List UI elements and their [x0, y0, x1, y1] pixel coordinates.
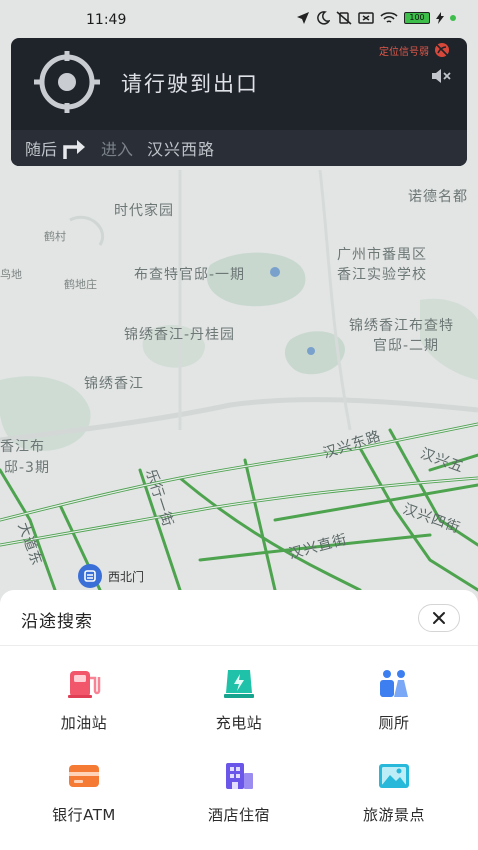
category-toilet[interactable]: 厕所	[334, 668, 454, 733]
close-icon	[433, 612, 445, 624]
next-label: 随后	[25, 140, 58, 159]
mute-vibrate-icon	[336, 11, 352, 25]
map-label-shidai: 时代家园	[114, 203, 174, 219]
status-time: 11:49	[86, 12, 127, 28]
hotel-icon	[221, 760, 257, 792]
turn-right-icon	[63, 140, 86, 159]
sheet-header: 沿途搜索	[0, 590, 478, 646]
gps-weak-indicator: 定位信号弱	[379, 42, 451, 58]
volume-mute-icon[interactable]	[431, 68, 453, 84]
charging-station-icon	[221, 668, 257, 700]
map-label-danguiyuan: 锦绣香江-丹桂园	[124, 327, 236, 343]
next-road-name: 汉兴西路	[147, 140, 216, 159]
wifi-icon	[380, 12, 398, 23]
map-label-school1: 广州市番禺区	[337, 247, 427, 263]
map-label-hecun: 鹤村	[44, 230, 66, 243]
along-route-search-sheet: 沿途搜索 加油站 充电站 厕所 银行ATM 酒店住宿 旅游景点	[0, 590, 478, 850]
map-label-xibeimen: 西北门	[108, 569, 145, 584]
map-label-xiang2: 邸-3期	[4, 460, 50, 476]
map-label-buchate2b: 官邸-二期	[373, 338, 440, 354]
map-label-jinxiu: 锦绣香江	[84, 376, 144, 392]
navigation-card-top: 请行驶到出口 定位信号弱	[11, 38, 467, 130]
moon-icon	[317, 11, 330, 25]
category-bank-atm[interactable]: 银行ATM	[24, 760, 144, 825]
gas-station-icon	[66, 668, 102, 700]
locate-target-icon	[34, 51, 100, 113]
no-sim-icon	[358, 12, 374, 24]
navigation-card-next: 随后 进入 汉兴西路	[11, 130, 467, 166]
category-label: 充电站	[215, 714, 263, 732]
category-label: 厕所	[378, 714, 410, 732]
map-label-xiang1: 香江布	[0, 439, 45, 455]
bank-card-icon	[66, 760, 102, 792]
location-arrow-icon	[297, 12, 309, 24]
category-label: 旅游景点	[362, 806, 425, 824]
category-scenery[interactable]: 旅游景点	[334, 760, 454, 825]
green-dot-icon	[450, 15, 456, 21]
close-button[interactable]	[418, 604, 460, 632]
sheet-title: 沿途搜索	[21, 612, 93, 632]
status-icons: 100	[296, 11, 456, 25]
navigation-card: 请行驶到出口 定位信号弱 随后 进入 汉兴西路	[11, 38, 467, 166]
map-label-hedizhuang: 鹤地庄	[64, 278, 97, 291]
toilet-icon	[376, 668, 412, 700]
nav-instruction: 请行驶到出口	[121, 72, 259, 96]
map-label-di: 鸟地	[0, 268, 22, 281]
category-gas-station[interactable]: 加油站	[24, 668, 144, 733]
satellite-signal-icon	[435, 43, 449, 57]
category-charging-station[interactable]: 充电站	[179, 668, 299, 733]
map-poi-xibeimen[interactable]: 西北门	[78, 564, 144, 588]
subway-icon	[78, 564, 102, 588]
enter-label: 进入	[101, 140, 134, 159]
category-label: 加油站	[60, 714, 108, 732]
category-hotel[interactable]: 酒店住宿	[179, 760, 299, 825]
map-label-buchate1: 布查特官邸-一期	[134, 267, 246, 283]
scenery-icon	[376, 760, 412, 792]
map-label-buchate2a: 锦绣香江布查特	[349, 318, 454, 334]
gps-weak-label: 定位信号弱	[379, 46, 429, 58]
map-label-nuode: 诺德名都	[408, 189, 468, 205]
charging-bolt-icon	[436, 12, 444, 24]
category-label: 酒店住宿	[207, 806, 270, 824]
battery-indicator: 100	[404, 12, 430, 24]
category-label: 银行ATM	[52, 806, 116, 824]
status-bar: 11:49 100	[0, 0, 478, 40]
map-label-school2: 香江实验学校	[337, 267, 427, 283]
